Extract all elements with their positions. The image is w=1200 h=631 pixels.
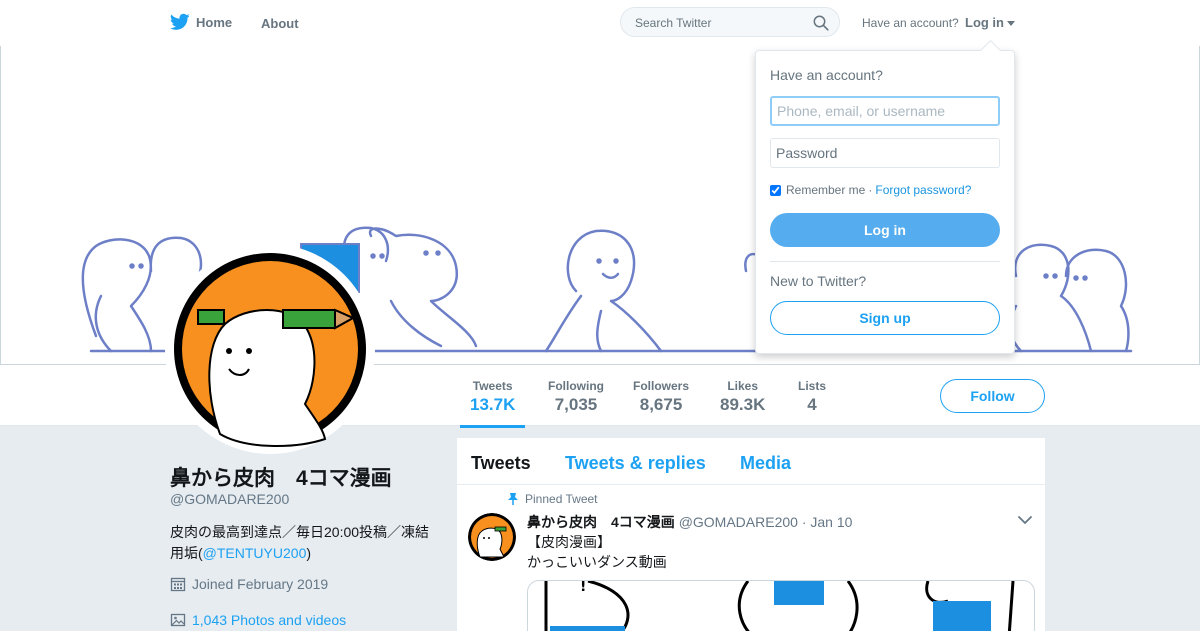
remember-me-checkbox[interactable]: [770, 184, 781, 196]
pinned-label: Pinned Tweet: [525, 492, 598, 506]
stat-likes[interactable]: Likes 89.3K: [720, 379, 765, 415]
tab-tweets[interactable]: Tweets: [471, 453, 531, 474]
pin-icon: [508, 493, 518, 505]
stat-likes-label: Likes: [727, 379, 759, 393]
tweet-media[interactable]: !: [527, 580, 1035, 631]
login-dropdown-toggle[interactable]: Log in: [965, 15, 1015, 30]
search-icon[interactable]: [813, 15, 829, 31]
tweet-text-line-1: 【皮肉漫画】: [527, 534, 611, 550]
login-dropdown-title: Have an account?: [770, 67, 883, 83]
avatar-image: [174, 253, 366, 447]
tweet-media-image: !: [544, 581, 1015, 631]
search-input[interactable]: [633, 15, 807, 31]
stat-followers-value: 8,675: [639, 395, 683, 414]
login-button[interactable]: Log in: [770, 213, 1000, 247]
remember-me-row: Remember me · Forgot password?: [770, 183, 971, 197]
have-account-text: Have an account?: [862, 16, 959, 30]
nav-home-label: Home: [196, 14, 233, 30]
login-link-label: Log in: [965, 15, 1004, 30]
image-icon: [170, 613, 186, 627]
caret-down-icon: [1007, 21, 1015, 27]
remember-separator: ·: [868, 183, 873, 197]
tab-tweets-replies[interactable]: Tweets & replies: [565, 453, 706, 474]
profile-joined: Joined February 2019: [170, 576, 328, 592]
search-box[interactable]: [620, 7, 840, 37]
stat-tweets[interactable]: Tweets 13.7K: [459, 379, 526, 428]
twitter-bird-icon: [170, 13, 190, 30]
stat-followers[interactable]: Followers 8,675: [633, 379, 689, 415]
photos-text: 1,043 Photos and videos: [192, 612, 347, 628]
tweet-avatar-image: [468, 513, 516, 561]
tweet-author-name[interactable]: 鼻から皮肉 4コマ漫画: [527, 514, 675, 530]
bio-close: ): [306, 545, 312, 561]
stat-lists-value: 4: [807, 395, 817, 414]
login-dropdown: Have an account? Remember me · Forgot pa…: [755, 50, 1015, 354]
stat-likes-value: 89.3K: [720, 395, 766, 414]
stat-lists[interactable]: Lists 4: [798, 379, 826, 415]
profile-bio: 皮肉の最高到達点／毎日20:00投稿／凍結用垢(@TENTUYU200): [170, 522, 440, 564]
bio-mention-link[interactable]: @TENTUYU200: [203, 545, 307, 561]
signup-button[interactable]: Sign up: [770, 301, 1000, 335]
tweet-header: 鼻から皮肉 4コマ漫画 @GOMADARE200 · Jan 10: [527, 512, 852, 532]
calendar-icon: [170, 577, 186, 592]
profile-avatar[interactable]: [165, 244, 375, 454]
svg-text:!: !: [580, 581, 586, 595]
profile-handle: @GOMADARE200: [170, 491, 290, 507]
nav-home-link[interactable]: Home: [170, 13, 232, 31]
timeline-tabs: Tweets Tweets & replies Media: [457, 438, 1045, 485]
tab-media[interactable]: Media: [740, 453, 791, 474]
tweet-avatar[interactable]: [468, 513, 516, 561]
nav-about-link[interactable]: About: [261, 16, 299, 31]
stat-following-value: 7,035: [554, 395, 598, 414]
timeline: Tweets Tweets & replies Media Pinned Twe…: [456, 437, 1046, 631]
stat-tweets-label: Tweets: [472, 379, 513, 393]
new-to-twitter-text: New to Twitter?: [770, 273, 867, 289]
profile-name: 鼻から皮肉 4コマ漫画: [170, 467, 392, 490]
top-nav: Home About Have an account? Log in: [0, 0, 1200, 47]
chevron-down-icon[interactable]: [1017, 514, 1033, 526]
forgot-password-link[interactable]: Forgot password?: [875, 183, 971, 197]
tweet-author-handle[interactable]: @GOMADARE200: [679, 514, 798, 530]
username-input[interactable]: [770, 96, 1000, 126]
password-input[interactable]: [770, 138, 1000, 168]
stat-following[interactable]: Following 7,035: [548, 379, 604, 415]
profile-photos-link[interactable]: 1,043 Photos and videos: [170, 612, 346, 628]
stat-lists-label: Lists: [798, 379, 827, 393]
pinned-tweet-indicator: Pinned Tweet: [507, 492, 598, 506]
stat-tweets-value: 13.7K: [470, 395, 516, 414]
joined-text: Joined February 2019: [192, 576, 329, 592]
follow-button[interactable]: Follow: [940, 379, 1045, 413]
stat-following-label: Following: [548, 379, 604, 393]
dropdown-divider: [770, 261, 1000, 262]
remember-me-label[interactable]: Remember me: [786, 183, 865, 197]
tweet-date[interactable]: · Jan 10: [802, 514, 853, 530]
stat-followers-label: Followers: [633, 379, 690, 393]
tweet-text-line-2: かっこいいダンス動画: [527, 554, 667, 570]
